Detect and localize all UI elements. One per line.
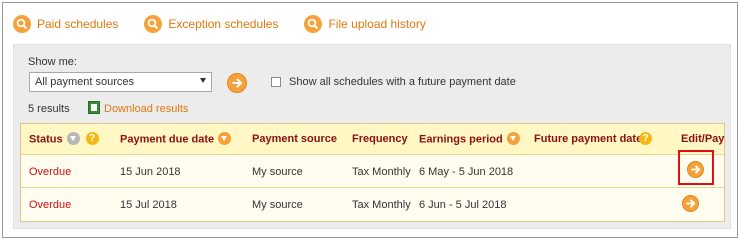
download-results-link[interactable]: Download results	[104, 103, 188, 115]
nav-link-file-upload-history[interactable]: File upload history	[304, 15, 426, 33]
column-header-label: Earnings period	[419, 133, 503, 146]
payment-source-select[interactable]: All payment sources	[29, 72, 212, 92]
nav-link-label: Paid schedules	[37, 17, 119, 31]
nav-link-paid-schedules[interactable]: Paid schedules	[13, 15, 118, 33]
table-header-row: Status? Payment due date Payment source …	[21, 124, 724, 155]
sort-icon[interactable]	[66, 132, 80, 145]
due-date-cell: 15 Jul 2018	[120, 199, 177, 211]
edit-pay-button[interactable]	[682, 195, 699, 212]
column-header-label: Edit/Pay	[681, 133, 725, 145]
spreadsheet-icon[interactable]	[88, 101, 100, 114]
search-icon	[13, 15, 31, 33]
help-icon[interactable]: ?	[85, 132, 99, 145]
arrow-right-icon	[686, 199, 696, 208]
search-icon	[144, 15, 163, 33]
table-row: Overdue 15 Jun 2018 My source Tax Monthl…	[21, 150, 724, 188]
schedules-window: Paid schedules Exception schedules File …	[2, 2, 738, 238]
earnings-period-cell: 6 Jun - 5 Jul 2018	[419, 199, 507, 211]
column-header-frequency: Frequency	[352, 133, 408, 145]
future-payment-checkbox-label[interactable]: Show all schedules with a future payment…	[289, 76, 516, 88]
column-header-status[interactable]: Status?	[29, 132, 99, 146]
column-header-earnings-period[interactable]: Earnings period	[419, 132, 520, 146]
schedules-panel: Show me: All payment sources Show all sc…	[13, 44, 731, 229]
column-header-label: Payment due date	[120, 133, 215, 146]
sort-icon[interactable]	[506, 132, 520, 145]
future-payment-checkbox[interactable]	[271, 77, 281, 87]
nav-link-label: Exception schedules	[168, 17, 279, 31]
source-cell: My source	[252, 166, 303, 178]
edit-pay-button[interactable]	[687, 161, 704, 178]
payment-source-select-value: All payment sources	[35, 76, 135, 88]
top-navigation: Paid schedules Exception schedules File …	[13, 13, 452, 35]
nav-link-exception-schedules[interactable]: Exception schedules	[144, 15, 278, 33]
column-header-edit-pay: Edit/Pay	[681, 133, 724, 145]
column-header-due-date[interactable]: Payment due date	[120, 132, 232, 146]
arrow-right-icon	[691, 165, 701, 174]
status-cell: Overdue	[29, 166, 72, 178]
search-icon	[304, 15, 323, 33]
earnings-period-cell: 6 May - 5 Jun 2018	[419, 166, 514, 178]
results-count: 5 results	[28, 103, 70, 115]
frequency-cell: Tax Monthly	[352, 166, 411, 178]
show-me-label: Show me:	[28, 56, 77, 68]
status-cell: Overdue	[29, 199, 72, 211]
sort-icon[interactable]	[218, 132, 232, 145]
nav-link-label: File upload history	[328, 17, 426, 31]
due-date-cell: 15 Jun 2018	[120, 166, 181, 178]
arrow-right-icon	[232, 78, 243, 88]
frequency-cell: Tax Monthly	[352, 199, 411, 211]
column-header-label: Status	[29, 133, 63, 146]
column-header-label: Future payment date	[534, 133, 643, 145]
apply-filter-button[interactable]	[227, 73, 247, 93]
source-cell: My source	[252, 199, 303, 211]
help-icon[interactable]: ?	[639, 132, 652, 145]
chevron-down-icon	[200, 78, 206, 83]
table-row: Overdue 15 Jul 2018 My source Tax Monthl…	[21, 188, 724, 221]
column-header-source: Payment source	[252, 133, 337, 145]
schedules-table: Status? Payment due date Payment source …	[20, 123, 725, 222]
column-header-label: Payment source	[252, 133, 337, 145]
column-header-label: Frequency	[352, 133, 408, 145]
column-header-future-date: Future payment date	[534, 133, 642, 145]
